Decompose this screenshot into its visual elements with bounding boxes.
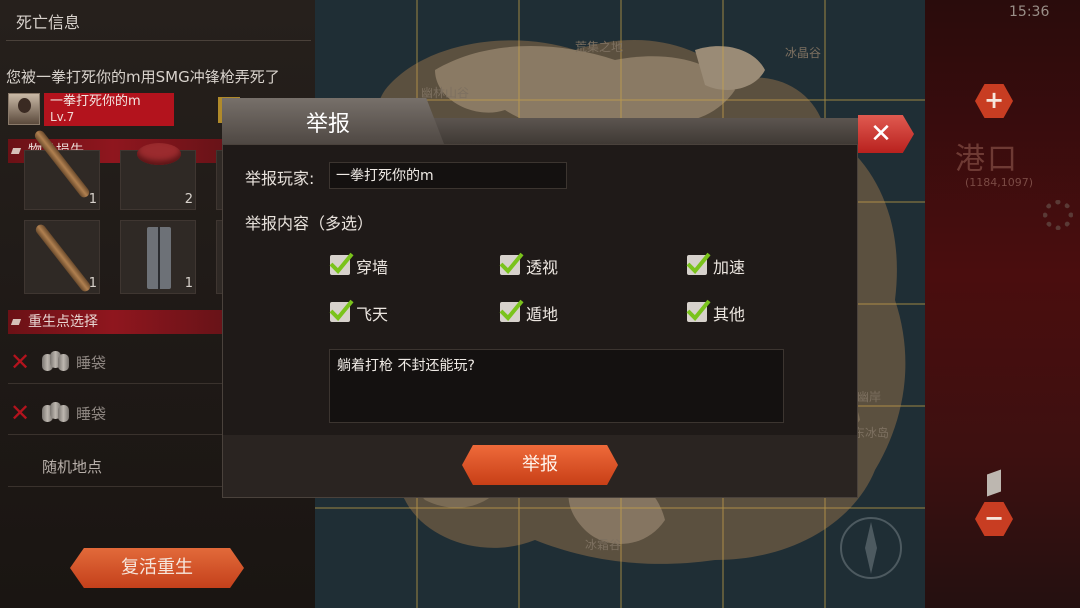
dialog-header: 举报	[222, 98, 858, 144]
item-count: 1	[88, 192, 97, 207]
pants-icon	[147, 227, 171, 289]
checkmark-icon	[686, 299, 711, 321]
location-name: 港口	[955, 142, 1019, 177]
item-slot[interactable]: 1	[24, 128, 100, 210]
killer-level: Lv.7	[50, 110, 75, 124]
item-count: 1	[184, 276, 193, 291]
item-count: 1	[88, 276, 97, 291]
item-slot[interactable]: 1	[24, 220, 100, 294]
option-label: 加速	[713, 258, 746, 277]
location-coords: (1184,1097)	[965, 176, 1034, 189]
revive-button[interactable]: 复活重生	[70, 548, 244, 588]
item-slot[interactable]: 1	[120, 220, 196, 294]
bat-icon	[33, 222, 93, 294]
random-spawn-option[interactable]: 随机地点	[42, 456, 102, 477]
sleeping-bag-icon	[42, 351, 70, 371]
submit-report-button[interactable]: 举报	[462, 445, 618, 485]
map-label: 冰晶谷	[785, 46, 822, 60]
right-hud: 15:36 + 港口 (1184,1097) −	[925, 0, 1080, 608]
checkmark-icon	[499, 299, 524, 321]
map-label: 冰霜谷	[585, 538, 622, 552]
sleeping-bag-icon	[42, 402, 70, 422]
checkmark-icon	[686, 252, 711, 274]
unavailable-x-icon: ✕	[10, 348, 31, 376]
divider	[6, 40, 311, 41]
item-slot[interactable]: 2	[120, 143, 196, 210]
map-label: 荒集之地	[575, 40, 624, 54]
option-label: 飞天	[356, 305, 389, 324]
item-count: 2	[184, 192, 193, 207]
marker-icon	[987, 469, 1001, 497]
dialog-title: 举报	[306, 112, 351, 137]
option-label: 透视	[526, 258, 559, 277]
spawn-label: 睡袋	[76, 405, 107, 423]
checkmark-icon	[329, 252, 354, 274]
zoom-in-button[interactable]: +	[975, 84, 1013, 118]
checkbox[interactable]	[499, 299, 524, 322]
option-label: 遁地	[526, 305, 559, 324]
unavailable-x-icon: ✕	[10, 399, 31, 427]
header-bar	[372, 118, 858, 144]
option-label: 其他	[713, 305, 746, 324]
checkbox[interactable]	[499, 252, 524, 275]
close-button[interactable]: ✕	[858, 115, 914, 153]
panel-title: 死亡信息	[16, 13, 81, 32]
killer-avatar	[8, 93, 40, 125]
checkbox[interactable]	[329, 299, 354, 322]
zoom-out-button[interactable]: −	[975, 502, 1013, 536]
player-label: 举报玩家:	[245, 169, 315, 188]
content-label: 举报内容（多选）	[245, 214, 374, 233]
death-message: 您被一拳打死你的m用SMG冲锋枪弄死了	[6, 68, 280, 86]
gear-icon[interactable]	[1043, 200, 1073, 230]
comment-textarea[interactable]: 躺着打枪 不封还能玩?	[329, 349, 784, 423]
checkbox[interactable]	[686, 252, 711, 275]
meat-icon	[137, 143, 181, 165]
checkbox[interactable]	[329, 252, 354, 275]
map-label: 东冰岛	[853, 426, 890, 440]
killer-name: 一拳打死你的m	[50, 94, 141, 109]
checkmark-icon	[499, 252, 524, 274]
spawn-label: 睡袋	[76, 354, 107, 372]
option-label: 穿墙	[356, 258, 389, 277]
checkmark-icon	[329, 299, 354, 321]
player-name-field[interactable]: 一拳打死你的m	[329, 162, 567, 189]
killer-info: 一拳打死你的m Lv.7	[44, 93, 174, 126]
clock: 15:36	[1009, 4, 1050, 20]
checkbox[interactable]	[686, 299, 711, 322]
report-dialog: 举报 ✕ 举报玩家: 一拳打死你的m 举报内容（多选） 穿墙 透视 加速 飞天 …	[222, 98, 914, 498]
